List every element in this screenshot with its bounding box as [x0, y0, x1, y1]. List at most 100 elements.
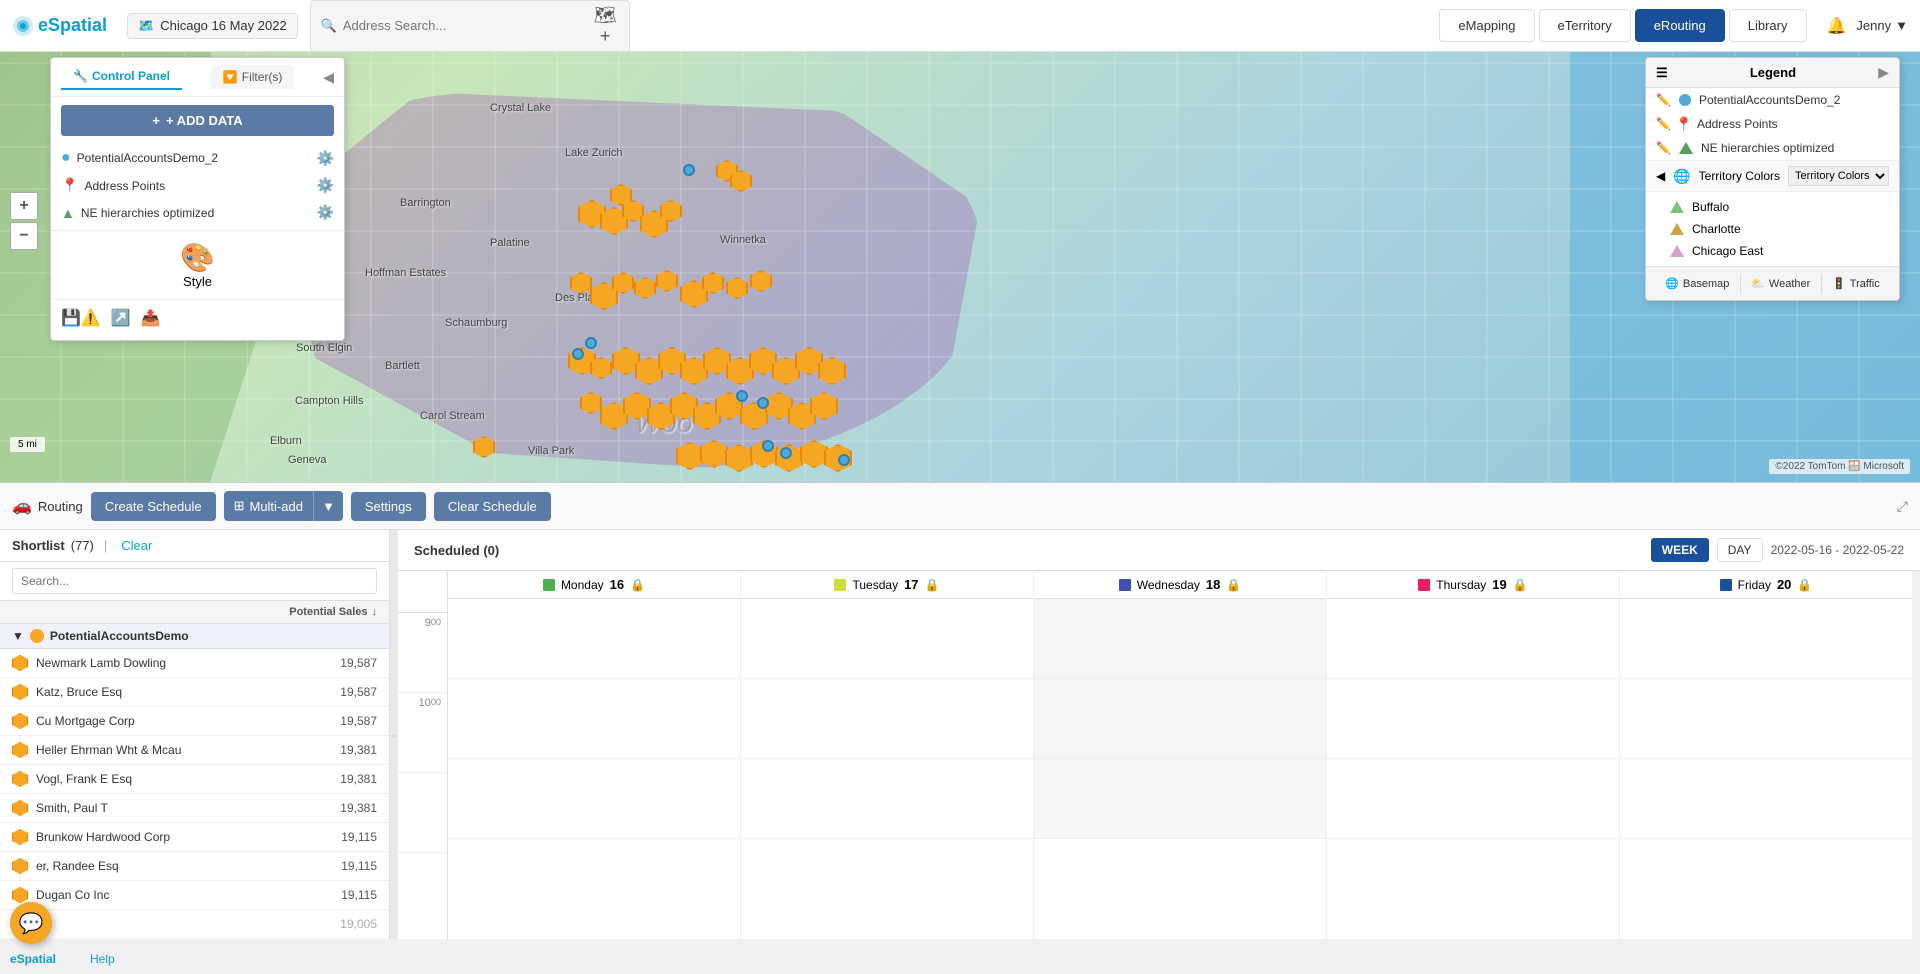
- multiadd-label: Multi-add: [249, 499, 302, 514]
- shortlist-count: (77): [71, 538, 94, 553]
- layer-name: NE hierarchies optimized: [81, 206, 214, 220]
- list-item[interactable]: Dugan Co Inc 19,115: [0, 881, 389, 910]
- clear-schedule-button[interactable]: Clear Schedule: [434, 492, 551, 521]
- basemap-button[interactable]: 🌐 Basemap: [1657, 273, 1737, 294]
- lock-icon[interactable]: 🔒: [1797, 578, 1812, 592]
- calendar-cell[interactable]: [1034, 599, 1326, 679]
- map-area[interactable]: Crystal Lake Lake Zurich Barrington Pala…: [0, 52, 1920, 482]
- territory-item-1: Charlotte: [1646, 218, 1899, 240]
- calendar-cell[interactable]: [741, 599, 1033, 679]
- calendar-cell[interactable]: [1327, 759, 1619, 839]
- add-data-button[interactable]: + + ADD DATA: [61, 105, 334, 136]
- calendar-cell[interactable]: [741, 759, 1033, 839]
- dot-marker[interactable]: [683, 164, 695, 176]
- calendar-cell[interactable]: [448, 759, 740, 839]
- calendar-cell[interactable]: [448, 599, 740, 679]
- tab-emapping[interactable]: eMapping: [1439, 9, 1534, 42]
- hex-icon: [12, 829, 28, 845]
- create-schedule-button[interactable]: Create Schedule: [91, 492, 216, 521]
- tab-eterritory[interactable]: eTerritory: [1539, 9, 1631, 42]
- calendar-cell[interactable]: [1327, 679, 1619, 759]
- dot-marker[interactable]: [838, 454, 850, 466]
- gear-icon[interactable]: ⚙️: [317, 150, 334, 167]
- dot-marker[interactable]: [585, 337, 597, 349]
- basemap-label: Basemap: [1683, 278, 1729, 290]
- gear-icon[interactable]: ⚙️: [317, 204, 334, 221]
- list-item[interactable]: Brunkow Hardwood Corp 19,115: [0, 823, 389, 852]
- footer-brand: eSpatial: [10, 952, 56, 966]
- legend-expand-button[interactable]: ▶: [1878, 64, 1889, 81]
- list-item[interactable]: ... 19,005: [0, 910, 389, 939]
- notifications-button[interactable]: 🔔: [1827, 16, 1847, 36]
- list-item[interactable]: Smith, Paul T 19,381: [0, 794, 389, 823]
- list-item[interactable]: Vogl, Frank E Esq 19,381: [0, 765, 389, 794]
- lock-icon[interactable]: 🔒: [925, 578, 940, 592]
- calendar-cell[interactable]: [1034, 759, 1326, 839]
- filter-tab[interactable]: 🔽 Filter(s): [211, 65, 295, 89]
- collapse-panel-button[interactable]: ◀: [323, 69, 334, 86]
- calendar-cell[interactable]: [1620, 599, 1912, 679]
- resize-handle[interactable]: ···: [390, 530, 398, 939]
- legend-header: ☰ Legend ▶: [1646, 58, 1899, 88]
- hex-icon: [12, 742, 28, 758]
- multi-add-button[interactable]: ⊞ Multi-add ▼: [224, 491, 343, 521]
- legend-bottom-bar: 🌐 Basemap ⛅ Weather 🚦 Traffic: [1646, 266, 1899, 300]
- style-label: Style: [183, 274, 212, 289]
- scheduled-scrollbar[interactable]: [1912, 571, 1920, 939]
- calendar-cell[interactable]: [1620, 679, 1912, 759]
- user-menu-button[interactable]: Jenny ▼: [1856, 18, 1908, 33]
- map-title[interactable]: 🗺️ Chicago 16 May 2022: [127, 13, 298, 39]
- shortlist-search-input[interactable]: [12, 568, 377, 594]
- multi-add-main[interactable]: ⊞ Multi-add: [224, 491, 314, 521]
- address-search-input[interactable]: [343, 18, 586, 33]
- expand-icon[interactable]: ▼: [12, 629, 24, 643]
- day-view-button[interactable]: DAY: [1717, 538, 1763, 562]
- dot-marker[interactable]: [736, 390, 748, 402]
- list-item[interactable]: Katz, Bruce Esq 19,587: [0, 678, 389, 707]
- gear-icon[interactable]: ⚙️: [317, 177, 334, 194]
- dot-marker[interactable]: [757, 397, 769, 409]
- help-link[interactable]: Help: [90, 952, 115, 966]
- multi-add-dropdown-button[interactable]: ▼: [314, 492, 343, 521]
- traffic-label: Traffic: [1850, 278, 1880, 290]
- sort-indicator[interactable]: ↓: [372, 606, 378, 618]
- dot-marker[interactable]: [572, 348, 584, 360]
- footer-brand-text: eSpatial: [10, 952, 56, 966]
- week-view-button[interactable]: WEEK: [1651, 538, 1709, 562]
- list-item[interactable]: Heller Ehrman Wht & Mcau 19,381: [0, 736, 389, 765]
- resize-panel-button[interactable]: ⤢: [1897, 498, 1908, 515]
- lock-icon[interactable]: 🔒: [1513, 578, 1528, 592]
- dot-marker[interactable]: [762, 440, 774, 452]
- save-warning-button[interactable]: 💾⚠️: [61, 308, 101, 328]
- share-button[interactable]: ↗️: [111, 308, 131, 328]
- weather-button[interactable]: ⛅ Weather: [1743, 273, 1818, 294]
- shortlist-panel: Shortlist (77) | Clear Potential Sales ↓…: [0, 530, 390, 939]
- lock-icon[interactable]: 🔒: [1226, 578, 1241, 592]
- control-panel-tab[interactable]: 🔧 Control Panel: [61, 64, 182, 90]
- chat-button[interactable]: 💬: [10, 902, 52, 944]
- zoom-in-button[interactable]: +: [10, 192, 38, 220]
- calendar-cell[interactable]: [1034, 679, 1326, 759]
- tab-erouting[interactable]: eRouting: [1635, 9, 1725, 42]
- list-item[interactable]: er, Randee Esq 19,115: [0, 852, 389, 881]
- traffic-button[interactable]: 🚦 Traffic: [1824, 273, 1888, 294]
- scheduled-panel: Scheduled (0) WEEK DAY 2022-05-16 - 2022…: [398, 530, 1920, 939]
- calendar-cell[interactable]: [1327, 599, 1619, 679]
- calendar-cell[interactable]: [1620, 759, 1912, 839]
- list-item[interactable]: Cu Mortgage Corp 19,587: [0, 707, 389, 736]
- tab-library[interactable]: Library: [1729, 9, 1807, 42]
- territory-items: Buffalo Charlotte Chicago East: [1646, 192, 1899, 266]
- calendar-cell[interactable]: [741, 679, 1033, 759]
- settings-button[interactable]: Settings: [351, 492, 426, 521]
- add-location-button[interactable]: 🗺+: [592, 5, 619, 47]
- zoom-out-button[interactable]: −: [10, 222, 38, 250]
- export-button[interactable]: 📤: [141, 308, 161, 328]
- calendar-cell[interactable]: [448, 679, 740, 759]
- territory-dropdown[interactable]: ◀ 🌐 Territory Colors Territory Colors: [1646, 160, 1899, 192]
- dot-marker[interactable]: [780, 447, 792, 459]
- lock-icon[interactable]: 🔒: [630, 578, 645, 592]
- scale-bar: 5 mi: [10, 437, 45, 452]
- clear-shortlist-button[interactable]: Clear: [121, 538, 152, 553]
- territory-color-select[interactable]: Territory Colors: [1788, 166, 1889, 186]
- list-item[interactable]: Newmark Lamb Dowling 19,587: [0, 649, 389, 678]
